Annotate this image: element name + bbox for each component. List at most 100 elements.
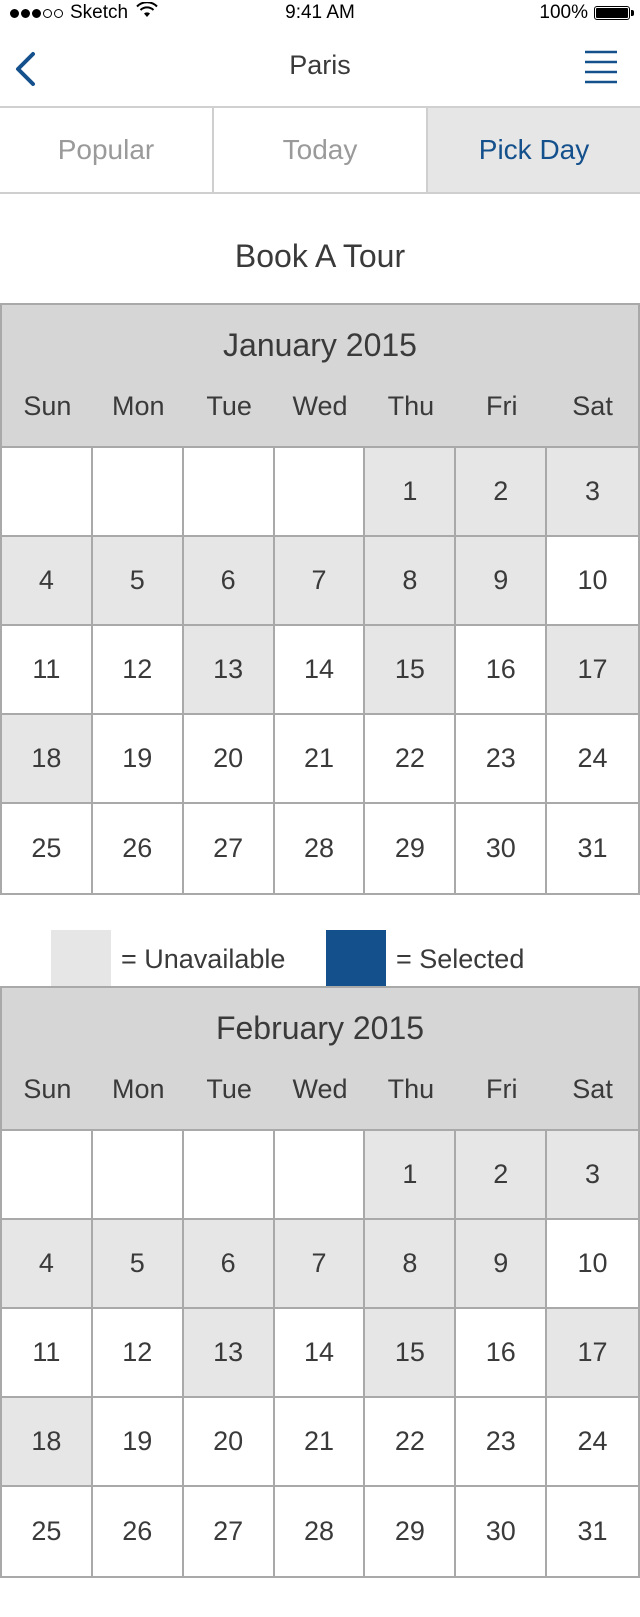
- day-cell[interactable]: 12: [92, 626, 184, 715]
- calendar-day-grid: 1 2 3 4 5 6 7 8 9 10 11 12 13 14 15 16 17 18 19 20 21 22 23 24 2…: [2, 1131, 638, 1576]
- battery-percentage: 100%: [539, 2, 588, 23]
- calendar-month-title: February 2015: [215, 1010, 425, 1046]
- day-cell[interactable]: 11: [2, 1309, 93, 1398]
- day-cell[interactable]: 20: [183, 1398, 275, 1487]
- day-cell: 15: [365, 1309, 457, 1398]
- calendar-month-title: January 2015: [223, 327, 417, 363]
- weekday-label: Thu: [387, 391, 435, 421]
- segmented-tabs: Popular Today Pick Day: [0, 108, 640, 194]
- calendar-january: January 2015 Sun Mon Tue Wed Thu Fri Sat…: [0, 303, 640, 895]
- empty-day-cell: [92, 448, 184, 537]
- weekday-label: Sun: [23, 391, 72, 421]
- day-cell[interactable]: 12: [92, 1309, 184, 1398]
- weekday-label: Mon: [112, 1074, 165, 1104]
- weekday-label: Sat: [572, 391, 613, 421]
- day-cell: 13: [183, 626, 275, 715]
- empty-day-cell: [92, 1131, 184, 1220]
- day-cell[interactable]: 16: [456, 1309, 548, 1398]
- day-cell: 8: [365, 537, 457, 626]
- weekday-label: Fri: [485, 1074, 518, 1104]
- calendar-header: February 2015 Sun Mon Tue Wed Thu Fri Sa…: [2, 988, 638, 1131]
- battery-icon: [594, 6, 634, 20]
- page-title: Book A Tour: [234, 238, 406, 274]
- day-cell[interactable]: 24: [547, 715, 638, 804]
- empty-day-cell: [183, 1131, 275, 1220]
- day-cell[interactable]: 30: [456, 1487, 548, 1576]
- day-cell: 13: [183, 1309, 275, 1398]
- day-cell[interactable]: 19: [92, 715, 184, 804]
- day-cell[interactable]: 14: [274, 626, 366, 715]
- weekday-label: Thu: [387, 1074, 435, 1104]
- day-cell: 2: [456, 1131, 548, 1220]
- weekday-label: Fri: [485, 391, 518, 421]
- weekday-label: Wed: [292, 391, 348, 421]
- day-cell[interactable]: 14: [274, 1309, 366, 1398]
- day-cell[interactable]: 16: [456, 626, 548, 715]
- day-cell[interactable]: 10: [547, 1220, 638, 1309]
- day-cell[interactable]: 23: [456, 715, 548, 804]
- day-cell[interactable]: 21: [274, 1398, 366, 1487]
- day-cell[interactable]: 29: [365, 804, 457, 893]
- calendar-february: February 2015 Sun Mon Tue Wed Thu Fri Sa…: [0, 986, 640, 1578]
- day-cell: 8: [365, 1220, 457, 1309]
- day-cell: 3: [547, 1131, 638, 1220]
- empty-day-cell: [183, 448, 275, 537]
- day-cell[interactable]: 28: [274, 804, 366, 893]
- status-right: 100%: [539, 2, 634, 24]
- status-bar: Sketch 9:41 AM 100%: [0, 0, 640, 26]
- tab-popular[interactable]: Popular: [0, 108, 212, 192]
- weekday-header-row: Sun Mon Tue Wed Thu Fri Sat: [2, 391, 638, 422]
- nav-title: Paris: [289, 50, 351, 80]
- empty-day-cell: [2, 448, 93, 537]
- day-cell: 4: [2, 537, 93, 626]
- day-cell[interactable]: 30: [456, 804, 548, 893]
- day-cell[interactable]: 19: [92, 1398, 184, 1487]
- day-cell[interactable]: 22: [365, 1398, 457, 1487]
- day-cell[interactable]: 24: [547, 1398, 638, 1487]
- day-cell[interactable]: 11: [2, 626, 93, 715]
- day-cell[interactable]: 23: [456, 1398, 548, 1487]
- day-cell[interactable]: 27: [183, 1487, 275, 1576]
- day-cell: 5: [92, 1220, 184, 1309]
- day-cell[interactable]: 27: [183, 804, 275, 893]
- weekday-header-row: Sun Mon Tue Wed Thu Fri Sat: [2, 1074, 638, 1105]
- day-cell[interactable]: 29: [365, 1487, 457, 1576]
- day-cell[interactable]: 20: [183, 715, 275, 804]
- tab-today[interactable]: Today: [212, 108, 426, 192]
- weekday-label: Sat: [572, 1074, 613, 1104]
- day-cell: 7: [274, 537, 366, 626]
- weekday-label: Wed: [292, 1074, 348, 1104]
- empty-day-cell: [274, 448, 366, 537]
- day-cell: 17: [547, 626, 638, 715]
- day-cell: 1: [365, 1131, 457, 1220]
- day-cell[interactable]: 31: [547, 1487, 638, 1576]
- navigation-bar: Paris: [0, 26, 640, 108]
- day-cell[interactable]: 31: [547, 804, 638, 893]
- day-cell[interactable]: 21: [274, 715, 366, 804]
- day-cell: 6: [183, 537, 275, 626]
- day-cell: 2: [456, 448, 548, 537]
- day-cell: 4: [2, 1220, 93, 1309]
- unavailable-legend-label: = Unavailable: [121, 944, 286, 974]
- day-cell: 18: [2, 1398, 93, 1487]
- day-cell: 6: [183, 1220, 275, 1309]
- weekday-label: Tue: [206, 1074, 252, 1104]
- calendar-day-grid: 1 2 3 4 5 6 7 8 9 10 11 12 13 14 15 16 17 18 19 20 21 22 23 24 2…: [2, 448, 638, 893]
- legend: = Unavailable = Selected: [0, 930, 640, 992]
- day-cell: 7: [274, 1220, 366, 1309]
- weekday-label: Mon: [112, 391, 165, 421]
- selected-legend-label: = Selected: [396, 944, 525, 974]
- day-cell[interactable]: 10: [547, 537, 638, 626]
- hamburger-menu-icon[interactable]: [584, 50, 618, 84]
- day-cell[interactable]: 28: [274, 1487, 366, 1576]
- day-cell[interactable]: 26: [92, 804, 184, 893]
- day-cell: 17: [547, 1309, 638, 1398]
- day-cell: 5: [92, 537, 184, 626]
- day-cell[interactable]: 22: [365, 715, 457, 804]
- day-cell[interactable]: 25: [2, 1487, 93, 1576]
- tab-pick-day[interactable]: Pick Day: [426, 108, 640, 192]
- day-cell[interactable]: 26: [92, 1487, 184, 1576]
- day-cell[interactable]: 25: [2, 804, 93, 893]
- day-cell: 3: [547, 448, 638, 537]
- unavailable-swatch: [51, 930, 111, 990]
